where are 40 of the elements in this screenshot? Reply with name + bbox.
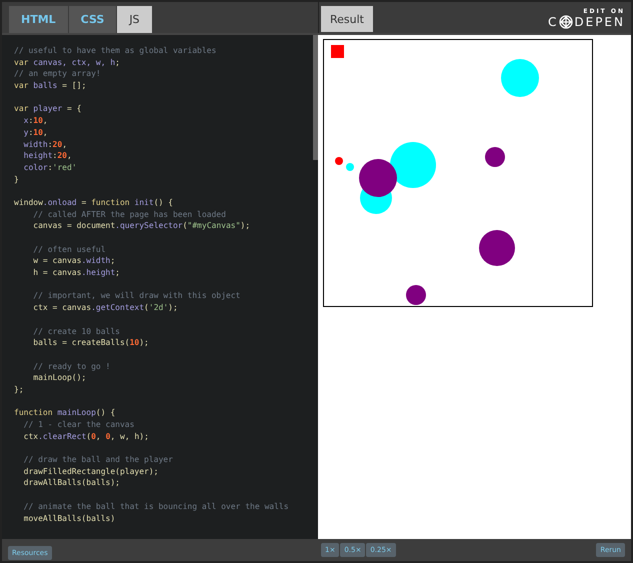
- code-editor[interactable]: [2, 33, 318, 539]
- code-line: x:10,: [22, 115, 48, 127]
- scrollbar[interactable]: [313, 35, 318, 160]
- code-line: height:20,: [22, 150, 72, 162]
- code-line: h = canvas.height;: [32, 267, 120, 279]
- code-line: w = canvas.width;: [32, 255, 116, 268]
- code-line: y:10,: [22, 126, 48, 138]
- code-line: // animate the ball that is bouncing all over the walls: [22, 500, 289, 512]
- code-line: function mainLoop() {: [14, 407, 116, 419]
- code-line: moveAllBalls(balls): [22, 512, 116, 524]
- code-line: window.onload = function init() {: [14, 196, 173, 209]
- code-line: color:'red': [22, 162, 77, 174]
- code-line: balls = createBalls(10);: [32, 337, 149, 349]
- code-line: drawFilledRectangle(player);: [22, 466, 158, 478]
- code-line: canvas = document.querySelector("#myCanvas");: [32, 220, 250, 232]
- editor-tab[interactable]: CSS: [68, 6, 116, 33]
- code-line: // 1 - clear the canvas: [22, 419, 134, 431]
- code-line: drawAllBalls(balls);: [22, 477, 120, 490]
- code-line: // important, we will draw with this object: [32, 290, 240, 302]
- code-line: ctx = canvas.getContext('2d');: [32, 302, 178, 314]
- code-line: };: [14, 384, 24, 396]
- code-line: var canvas, ctx, w, h;: [14, 56, 120, 68]
- code-line: mainLoop();: [32, 372, 86, 384]
- code-line: // called AFTER the page has been loaded: [32, 208, 226, 220]
- code-line: var balls = [];: [14, 80, 86, 92]
- code-line: // often useful: [32, 244, 106, 256]
- editor-tab[interactable]: JS: [117, 6, 152, 33]
- code-line: }: [14, 174, 19, 186]
- result-tab[interactable]: Result: [321, 6, 373, 32]
- code-line: ctx.clearRect(0, 0, w, h);: [22, 430, 149, 442]
- code-line: // useful to have them as global variables: [14, 45, 216, 57]
- editor-tab[interactable]: HTML: [9, 6, 68, 33]
- logo-text: C: [548, 15, 558, 29]
- code-line: // draw the ball and the player: [22, 454, 173, 466]
- code-line: width:20,: [22, 138, 68, 150]
- code-line: // ready to go !: [32, 360, 110, 372]
- logo-text: DEPEN: [574, 15, 625, 29]
- code-line: // an empty array!: [14, 68, 101, 80]
- code-line: var player = {: [14, 103, 82, 116]
- code-line: // create 10 balls: [32, 326, 120, 338]
